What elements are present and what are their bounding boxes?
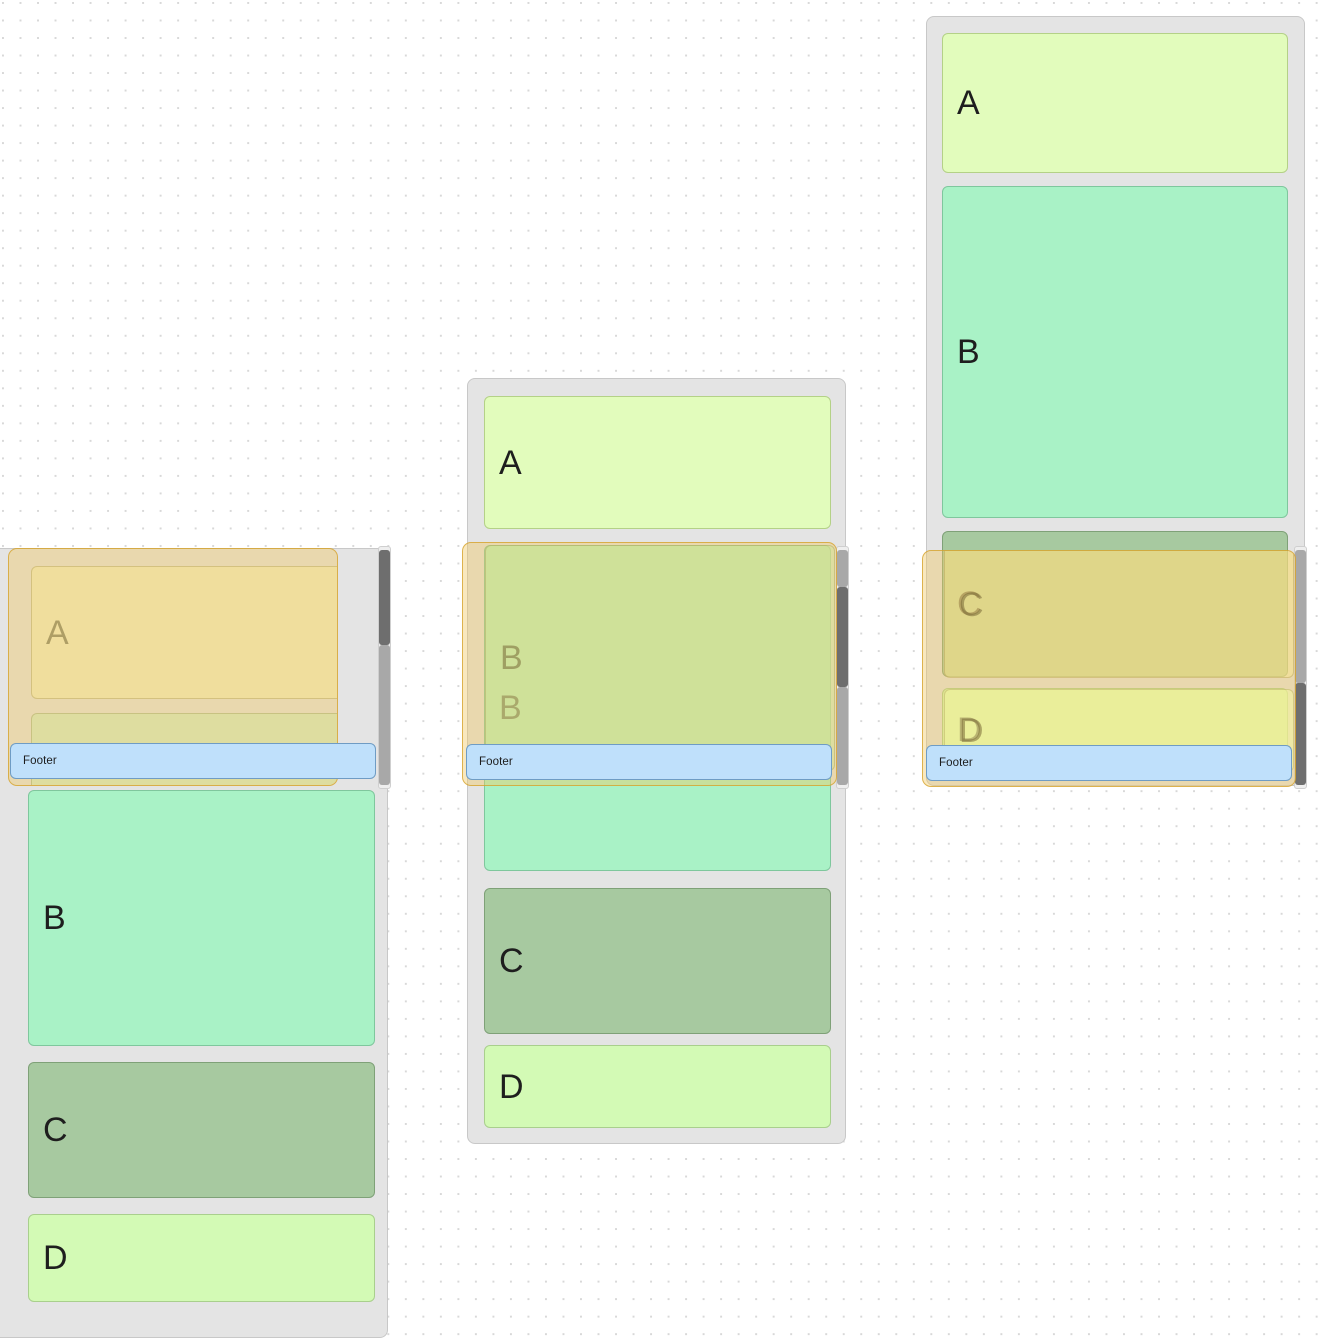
design-canvas[interactable]: B C D A Footer A B C D B [0,0,1322,1338]
block-c-medium-label: C [499,942,524,980]
block-d-medium-label: D [499,1067,524,1106]
overlay-ghost-a-narrow[interactable]: A [31,566,337,699]
block-b-wide[interactable]: B [942,186,1288,518]
block-a-wide-label: A [957,84,980,122]
viewport-wide-scrollbar-thumb[interactable] [1295,683,1306,785]
viewport-medium-scrollbar[interactable] [836,546,849,789]
block-a-wide[interactable]: A [942,33,1288,173]
viewport-medium-scrollbar-track-fill-top[interactable] [837,550,848,587]
overlay-ghost-a-narrow-label: A [46,613,69,652]
viewport-medium-scrollbar-track-fill-bottom[interactable] [837,687,848,785]
overlay-ghost-b-medium-label: B [500,639,523,677]
block-d-narrow-label: D [43,1239,68,1277]
overlay-ghost-b-medium[interactable]: B [485,545,835,771]
footer-chip-narrow[interactable]: Footer [10,743,376,779]
block-d-narrow[interactable]: D [28,1214,375,1302]
overlay-ghost-c-wide-label: C [959,586,984,624]
footer-chip-medium[interactable]: Footer [466,744,832,780]
block-b-narrow-label: B [43,899,66,937]
block-d-medium[interactable]: D [484,1045,831,1128]
viewport-narrow-scrollbar-thumb[interactable] [379,550,390,645]
viewport-narrow-scrollbar-track-fill[interactable] [379,645,390,785]
viewport-medium-scrollbar-thumb[interactable] [837,587,848,687]
block-c-narrow-label: C [43,1111,68,1149]
footer-chip-wide[interactable]: Footer [926,745,1292,781]
overlay-ghost-d-wide-label: D [959,711,984,750]
block-a-medium[interactable]: A [484,396,831,529]
overlay-ghost-c-wide[interactable]: C [944,551,1294,678]
block-c-medium[interactable]: C [484,888,831,1034]
block-b-narrow[interactable]: B [28,790,375,1046]
block-b-wide-label: B [957,333,980,371]
viewport-wide-scrollbar-track-fill[interactable] [1295,550,1306,683]
viewport-narrow-scrollbar[interactable] [378,546,391,789]
block-c-narrow[interactable]: C [28,1062,375,1198]
block-a-medium-label: A [499,443,522,482]
